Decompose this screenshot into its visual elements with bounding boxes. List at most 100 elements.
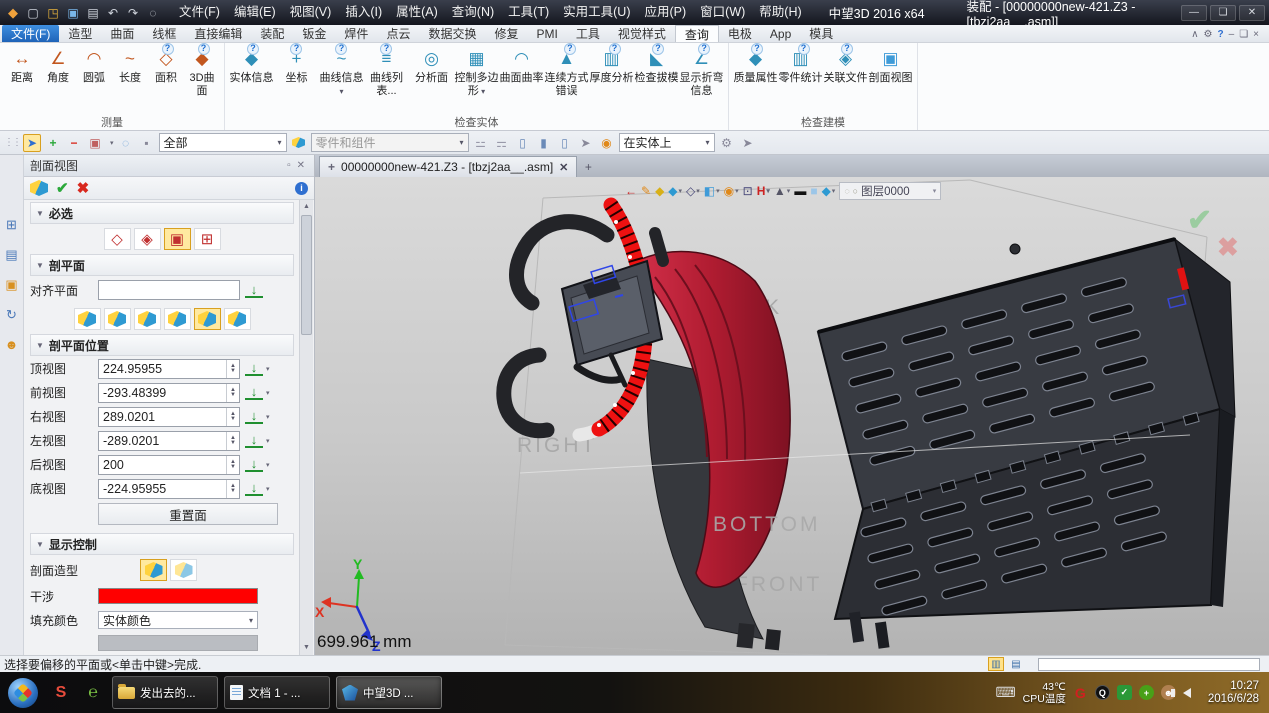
tray-qq-icon[interactable]: Q (1095, 685, 1110, 700)
ribbon-button[interactable]: ◇ 面积 (148, 46, 184, 85)
entity-cube-icon[interactable] (290, 134, 308, 152)
section-slice-icon[interactable]: ◈ (134, 228, 161, 250)
open-folder-icon[interactable]: ◳ (44, 4, 62, 22)
quicklaunch-s-icon[interactable]: S (48, 680, 74, 706)
print-icon[interactable]: ▤ (84, 4, 102, 22)
spinner[interactable]: ▲▼ (226, 360, 239, 378)
menu-item[interactable]: 编辑(E) (227, 0, 283, 25)
section-corner-icon[interactable]: ⊞ (194, 228, 221, 250)
command-input[interactable] (1038, 658, 1260, 671)
stack2-icon[interactable]: ▮ (535, 134, 553, 152)
regen-icon[interactable]: ◆ (655, 184, 664, 198)
ribbon-button[interactable]: ◣ 检查拔模 (634, 46, 679, 85)
section-required[interactable]: 必选 (30, 202, 294, 224)
minimize-button[interactable]: — (1181, 5, 1207, 21)
close-button[interactable]: ✕ (1239, 5, 1265, 21)
plane-back-icon[interactable] (194, 308, 221, 330)
align-plane-input[interactable] (98, 280, 240, 300)
ribbon-button[interactable]: ▥ 厚度分析 (589, 46, 634, 85)
position-input[interactable]: 224.95955 ▲▼ (98, 359, 240, 379)
cancel-button[interactable]: ✖ (77, 179, 90, 197)
document-tab[interactable]: + 00000000new-421.Z3 - [tbzj2aa__.asm] ✕ (319, 156, 577, 177)
section-h-icon[interactable]: H▾ (757, 184, 770, 198)
ribbon-button[interactable]: ▲ 连续方式错误 (544, 46, 589, 98)
confirm-cancel-icon[interactable]: ✖ (1217, 232, 1239, 263)
menu-item[interactable]: 帮助(H) (752, 0, 808, 25)
position-dropdown-icon[interactable]: ▾ (266, 485, 270, 493)
menu-item[interactable]: 查询(N) (445, 0, 501, 25)
entity-combo[interactable]: 零件和组件 (311, 133, 469, 152)
panel-close-icon[interactable]: ✕ (294, 160, 308, 171)
panel-scrollbar[interactable]: ▲ ▼ (299, 200, 313, 655)
new-tab-button[interactable]: + (577, 157, 599, 177)
position-dropdown-icon[interactable]: ▾ (266, 461, 270, 469)
ribbon-tab[interactable]: 文件(F) (2, 25, 59, 42)
align-apply-icon[interactable]: ↓ (245, 283, 263, 298)
ribbon-tab[interactable]: 钣金 (293, 25, 335, 42)
ribbon-button[interactable]: ∠ 角度 (40, 46, 76, 85)
ribbon-button[interactable]: ◠ 曲面曲率 (499, 46, 544, 85)
plane-bottom-icon[interactable] (224, 308, 251, 330)
scroll-thumb[interactable] (301, 215, 312, 335)
save-icon[interactable]: ▣ (64, 4, 82, 22)
ribbon-button[interactable]: ~ 曲线信息 (319, 46, 364, 98)
ribbon-button[interactable]: ▣ 剖面视图 (868, 46, 913, 85)
menu-item[interactable]: 应用(P) (637, 0, 693, 25)
ribbon-button[interactable]: ∠ 显示折弯信息 (679, 46, 724, 98)
scroll-down-icon[interactable]: ▼ (300, 641, 313, 655)
menu-item[interactable]: 工具(T) (501, 0, 556, 25)
redo-icon[interactable]: ↷ (124, 4, 142, 22)
ribbon-tab[interactable]: 查询 (675, 25, 719, 42)
start-button[interactable] (8, 678, 38, 708)
shape-ghost-icon[interactable] (170, 559, 197, 581)
keyboard-icon[interactable]: ⌨ (995, 684, 1015, 701)
taskbar-button-folder[interactable]: 发出去的... (112, 676, 218, 709)
ribbon-tab[interactable]: 焊件 (335, 25, 377, 42)
plane-front-icon[interactable] (104, 308, 131, 330)
section-plane-icon[interactable]: ◇ (104, 228, 131, 250)
menu-item[interactable]: 实用工具(U) (556, 0, 637, 25)
ribbon-tab[interactable]: 直接编辑 (185, 25, 251, 42)
ribbon-tab[interactable]: App (761, 25, 800, 42)
section-plane[interactable]: 剖平面 (30, 254, 294, 276)
fill-color-combo[interactable]: 实体颜色 (98, 611, 258, 629)
doc-restore-icon[interactable]: ❏ (1239, 29, 1248, 40)
ribbon-tab[interactable]: PMI (527, 25, 566, 42)
remove-selection-icon[interactable]: − (65, 134, 83, 152)
align-h-icon[interactable]: ⚍ (472, 134, 490, 152)
ribbon-button[interactable]: + 坐标 (274, 46, 319, 85)
ribbon-button[interactable]: ~ 长度 (112, 46, 148, 85)
view-manager-icon[interactable]: ↻ (6, 307, 17, 323)
snap-pointer-icon[interactable]: ➤ (739, 134, 757, 152)
snap-settings-icon[interactable]: ⚙ (718, 134, 736, 152)
tray-shield-icon[interactable]: ✓ (1117, 685, 1132, 700)
selection-filter-icon[interactable]: ▣ (86, 134, 104, 152)
restore-button[interactable]: ❏ (1210, 5, 1236, 21)
position-dropdown-icon[interactable]: ▾ (266, 437, 270, 445)
position-apply-icon[interactable]: ↓ (245, 457, 263, 472)
ribbon-button[interactable]: ▥ 零件统计 (778, 46, 823, 85)
ribbon-tab[interactable]: 造型 (59, 25, 101, 42)
layer-combo[interactable]: ◌ ○ 图层0000 (839, 182, 941, 200)
background-color-icon[interactable]: ■ (810, 184, 817, 198)
quicklaunch-browser-icon[interactable]: ℮ (80, 680, 106, 706)
circle-view-icon[interactable]: ◉▾ (724, 184, 739, 198)
section-box-icon[interactable]: ▣ (164, 228, 191, 250)
ribbon-button[interactable]: ◆ 3D曲面 (184, 46, 220, 98)
history-manager-icon[interactable]: ▤ (5, 247, 17, 263)
ribbon-tab[interactable]: 装配 (251, 25, 293, 42)
ribbon-tab[interactable]: 模具 (800, 25, 842, 42)
ribbon-tab[interactable]: 点云 (377, 25, 419, 42)
info-icon[interactable]: i (295, 182, 308, 195)
filter-dropdown-icon[interactable]: ▾ (110, 139, 114, 147)
half-section-icon[interactable]: ◧▾ (704, 184, 720, 198)
ribbon-button[interactable]: ◠ 圆弧 (76, 46, 112, 85)
menu-item[interactable]: 视图(V) (283, 0, 339, 25)
section-position[interactable]: 剖平面位置 (30, 334, 294, 356)
spinner[interactable]: ▲▼ (226, 480, 239, 498)
user-manager-icon[interactable]: ☻ (5, 337, 19, 352)
snap-compass-icon[interactable]: ◉ (598, 134, 616, 152)
pick-cursor-icon[interactable]: ➤ (23, 134, 41, 152)
select-loop-icon[interactable]: ◌ (144, 4, 162, 22)
section-display[interactable]: 显示控制 (30, 533, 294, 555)
